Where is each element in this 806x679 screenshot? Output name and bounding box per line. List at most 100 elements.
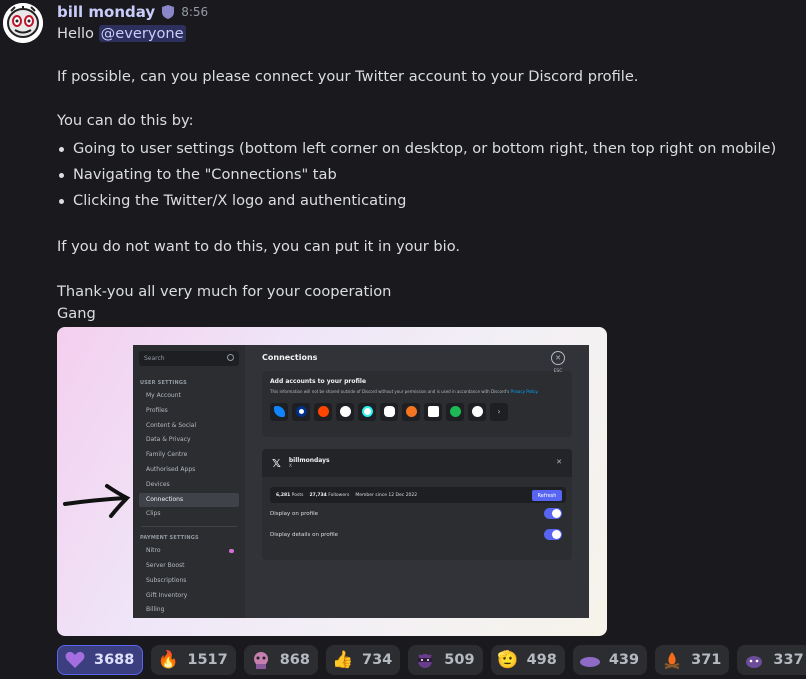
reaction-button[interactable]: 3688 [57, 645, 144, 675]
add-accounts-text: This information will not be shared outs… [270, 389, 539, 394]
reaction-button[interactable]: 👍 734 [326, 645, 401, 675]
reaction-count: 868 [279, 652, 310, 668]
settings-window: Search USER SETTINGS My Account Profiles… [133, 345, 589, 618]
sidebar-item-content-social[interactable]: Content & Social [139, 419, 239, 434]
sidebar-item-connections[interactable]: Connections [139, 492, 239, 508]
account-name: billmondays [288, 457, 330, 464]
divider [141, 526, 237, 528]
message-line: If you do not want to do this, you can p… [57, 238, 461, 255]
pink-creature-icon [250, 649, 272, 671]
greeting-text: Hello [57, 25, 99, 42]
x-logo-icon: 𝕏 [272, 456, 281, 470]
message-line: If possible, can you please connect your… [57, 68, 639, 85]
sidebar-item-clips[interactable]: Clips [139, 507, 239, 522]
section-label: PAYMENT SETTINGS [140, 535, 199, 542]
shield-badge-icon[interactable] [161, 4, 175, 20]
reaction-count: 498 [526, 652, 557, 668]
xbox-icon[interactable] [468, 402, 486, 421]
reaction-count: 337 [773, 652, 804, 668]
search-input[interactable]: Search [139, 351, 239, 366]
bluesky-icon[interactable] [270, 402, 288, 421]
sidebar-item-my-account[interactable]: My Account [139, 389, 239, 404]
display-details-row: Display details on profile [262, 524, 572, 545]
ebay-icon[interactable] [380, 402, 398, 421]
connection-header: 𝕏 billmondays X ✕ [262, 449, 572, 477]
privacy-policy-link[interactable]: Privacy Policy. [510, 389, 538, 394]
sidebar-item-devices[interactable]: Devices [139, 478, 239, 493]
close-icon[interactable]: ✕ [556, 458, 562, 466]
account-type: X [288, 464, 292, 469]
reaction-button[interactable]: 439 [572, 645, 648, 675]
playstation-icon[interactable] [424, 402, 442, 421]
display-on-profile-row: Display on profile [262, 503, 572, 524]
thumbs-up-icon: 👍 [332, 650, 354, 670]
avatar[interactable] [3, 3, 43, 43]
reaction-button[interactable]: 371 [655, 645, 730, 675]
reddit-icon[interactable] [314, 402, 332, 421]
sidebar-item-billing[interactable]: Billing [139, 603, 239, 618]
sidebar-item-profiles[interactable]: Profiles [139, 404, 239, 419]
esc-label: ESC [553, 369, 563, 374]
sidebar-item-data-privacy[interactable]: Data & Privacy [139, 433, 239, 448]
x-connection-card: 𝕏 billmondays X ✕ 6,281 Posts 27,734 Fol… [262, 449, 572, 560]
reaction-bar: 3688 🔥 1517 868 👍 734 509 🫡 498 439 371 … [57, 645, 806, 675]
reaction-count: 734 [362, 652, 393, 668]
campfire-icon [661, 649, 683, 671]
hand-drawn-arrow-icon [63, 484, 131, 518]
reaction-button[interactable]: 868 [243, 645, 318, 675]
purple-heart-icon [64, 649, 86, 671]
close-settings-icon[interactable]: ✕ [551, 351, 565, 365]
sidebar-item-nitro[interactable]: Nitro [139, 544, 239, 559]
reaction-count: 1517 [187, 652, 228, 668]
reaction-count: 509 [444, 652, 475, 668]
spotify-icon[interactable] [446, 402, 464, 421]
image-attachment[interactable]: Search USER SETTINGS My Account Profiles… [57, 327, 607, 636]
ninja-cat-icon [414, 649, 436, 671]
refresh-button[interactable]: Refresh [532, 490, 562, 501]
nitro-icon [229, 549, 234, 554]
reaction-button[interactable]: 🫡 498 [490, 645, 565, 675]
sidebar-item-server-boost[interactable]: Server Boost [139, 559, 239, 574]
reaction-button[interactable]: 337 [737, 645, 806, 675]
sidebar-item-subscriptions[interactable]: Subscriptions [139, 574, 239, 589]
instruction-list: Going to user settings (bottom left corn… [57, 136, 776, 214]
fire-icon: 🔥 [157, 650, 179, 670]
purple-creature-icon [743, 649, 765, 671]
paypal-icon[interactable] [292, 402, 310, 421]
reaction-count: 3688 [94, 652, 135, 668]
section-label: USER SETTINGS [140, 380, 187, 386]
crunchyroll-icon[interactable] [402, 402, 420, 421]
avatar-mask-icon [3, 3, 43, 43]
add-accounts-heading: Add accounts to your profile [270, 378, 367, 385]
connections-panel: Connections Add accounts to your profile… [245, 345, 589, 618]
username[interactable]: bill monday [57, 3, 155, 21]
timestamp: 8:56 [181, 5, 209, 19]
greeting-line: Hello @everyone [57, 23, 186, 45]
saluting-face-icon: 🫡 [496, 650, 519, 670]
reaction-count: 439 [608, 652, 640, 668]
tiktok-icon[interactable] [358, 402, 376, 421]
account-stats: 6,281 Posts 27,734 Followers Member sinc… [270, 487, 566, 503]
settings-sidebar: Search USER SETTINGS My Account Profiles… [133, 345, 245, 618]
everyone-mention[interactable]: @everyone [98, 25, 186, 42]
purple-blob-icon [579, 649, 601, 671]
service-list: › [270, 402, 564, 421]
search-icon [227, 354, 234, 361]
display-details-toggle[interactable] [544, 529, 562, 540]
message-header: bill monday 8:56 [57, 2, 208, 22]
sidebar-item-family-centre[interactable]: Family Centre [139, 448, 239, 463]
steam-icon[interactable] [336, 402, 354, 421]
more-services-icon[interactable]: › [490, 402, 508, 421]
sidebar-item-gift-inventory[interactable]: Gift Inventory [139, 589, 239, 604]
message-line: Thank-you all very much for your coopera… [57, 283, 392, 300]
message-line: Gang [57, 305, 96, 322]
add-accounts-card: Add accounts to your profile This inform… [262, 371, 572, 437]
reaction-button[interactable]: 🔥 1517 [151, 645, 236, 675]
display-on-profile-toggle[interactable] [544, 508, 562, 519]
reaction-button[interactable]: 509 [408, 645, 483, 675]
sidebar-item-authorised-apps[interactable]: Authorised Apps [139, 463, 239, 478]
list-item: Going to user settings (bottom left corn… [57, 136, 776, 162]
reaction-count: 371 [691, 652, 722, 668]
list-item: Clicking the Twitter/X logo and authenti… [57, 188, 776, 214]
message-line: You can do this by: [57, 112, 194, 129]
